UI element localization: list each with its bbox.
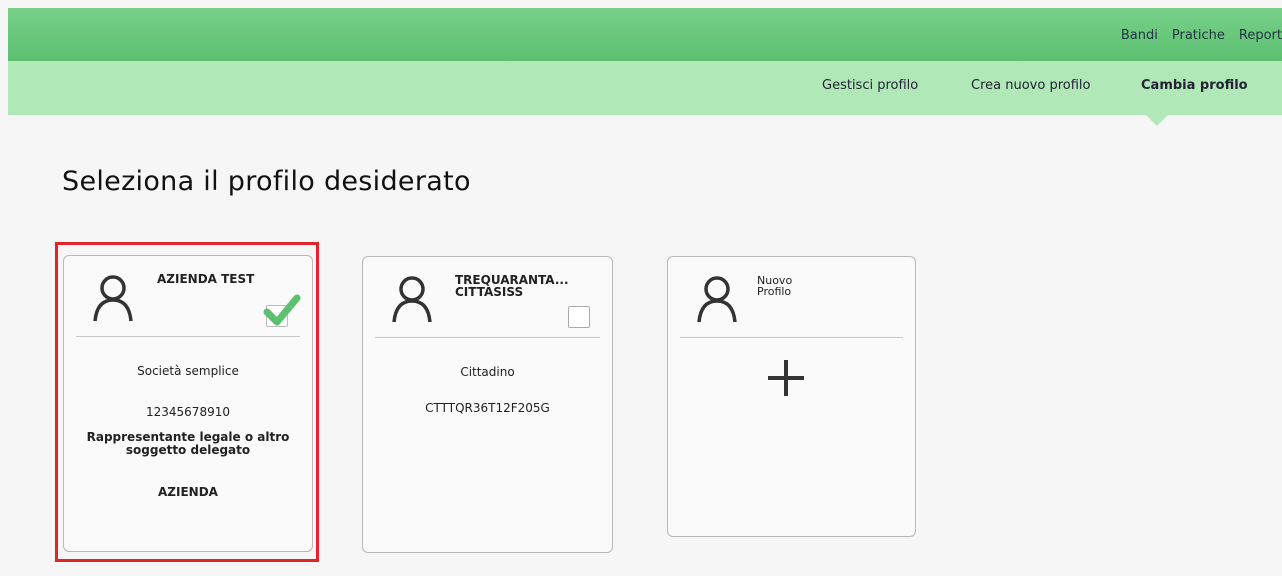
subnav-crea-nuovo-profilo[interactable]: Crea nuovo profilo	[971, 78, 1090, 93]
nav-report[interactable]: Report	[1239, 28, 1282, 43]
card-code: CTTTQR36T12F205G	[425, 401, 550, 415]
card-divider	[375, 337, 600, 338]
check-icon	[263, 294, 301, 326]
profile-checkbox[interactable]	[568, 306, 590, 328]
card-type: Cittadino	[460, 365, 515, 379]
card-title: Nuovo Profilo	[757, 274, 793, 298]
new-profile-card[interactable]: Nuovo Profilo	[667, 256, 916, 537]
card-category: AZIENDA	[158, 485, 218, 499]
card-title: AZIENDA TEST	[157, 272, 255, 286]
card-type: Società semplice	[137, 364, 239, 378]
card-divider	[680, 337, 903, 338]
card-divider	[76, 336, 300, 337]
card-role: Rappresentante legale o altro soggetto d…	[86, 430, 290, 457]
profile-card-trequaranta[interactable]: TREQUARANTA... CITTASISS Cittadino CTTTQ…	[362, 256, 613, 553]
active-tab-indicator	[1146, 115, 1168, 126]
nav-bandi[interactable]: Bandi	[1121, 28, 1158, 43]
user-icon	[93, 275, 133, 322]
profile-subnav-bar: Gestisci profilo Crea nuovo profilo Camb…	[8, 61, 1282, 115]
subnav-cambia-profilo[interactable]: Cambia profilo	[1141, 78, 1248, 93]
page-title: Seleziona il profilo desiderato	[62, 166, 471, 197]
user-icon	[392, 276, 432, 323]
subnav-gestisci-profilo[interactable]: Gestisci profilo	[822, 78, 918, 93]
card-code: 12345678910	[146, 405, 230, 419]
card-title: TREQUARANTA... CITTASISS	[455, 273, 569, 299]
user-icon	[697, 276, 737, 323]
nav-pratiche[interactable]: Pratiche	[1172, 28, 1225, 43]
top-header-bar: Bandi Pratiche Report	[8, 8, 1282, 61]
plus-icon[interactable]	[766, 358, 806, 398]
top-navigation: Bandi Pratiche Report	[1121, 28, 1282, 43]
profile-card-azienda-test[interactable]: AZIENDA TEST Società semplice 1234567891…	[63, 255, 313, 552]
